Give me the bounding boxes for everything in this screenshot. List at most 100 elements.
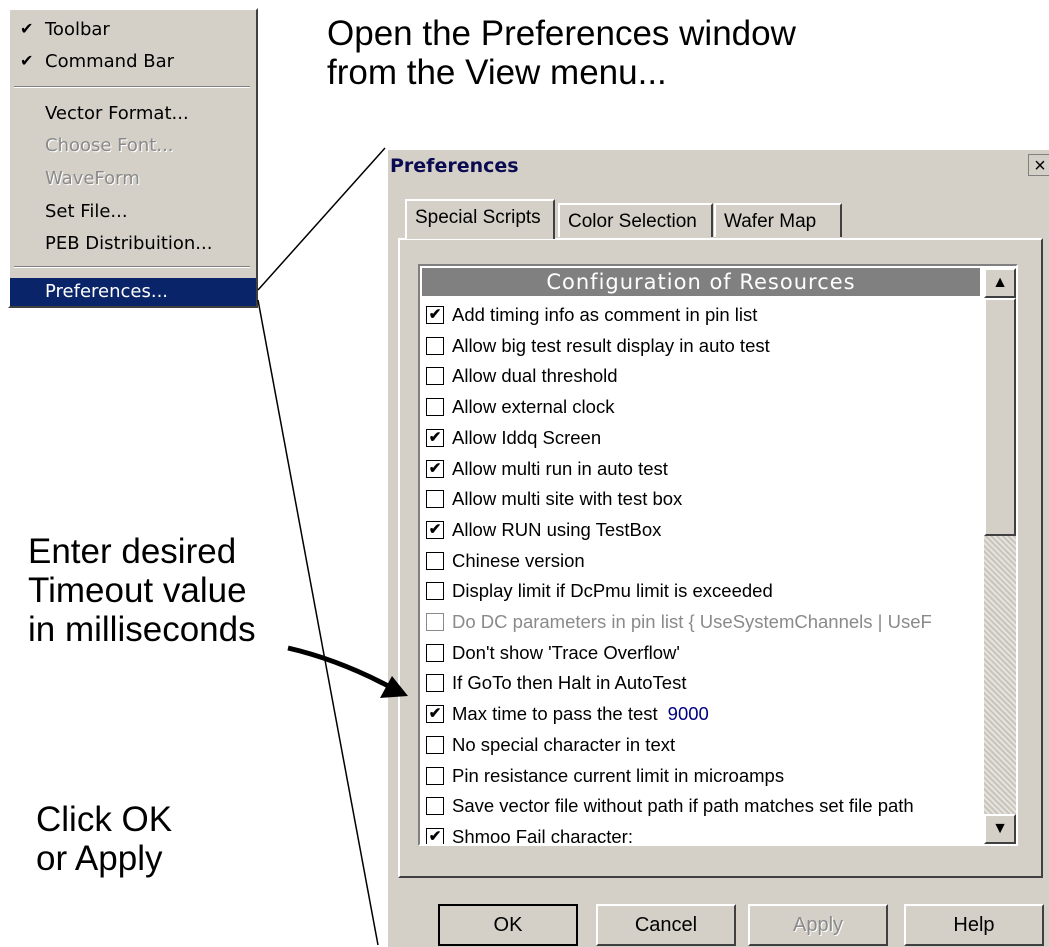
vertical-scrollbar[interactable]: ▲ ▼ — [984, 268, 1016, 844]
menu-item-peb-distribution[interactable]: PEB Distribuition... — [10, 230, 256, 258]
menu-item-label: Toolbar — [45, 19, 110, 40]
checkbox[interactable] — [426, 398, 444, 417]
list-item[interactable]: ✔ Max time to pass the test 9000 — [424, 699, 980, 729]
list-item-label: Chinese version — [452, 550, 585, 572]
checkbox[interactable]: ✔ — [426, 459, 444, 478]
annotation-line: Timeout value — [28, 571, 247, 611]
checkbox[interactable]: ✔ — [426, 705, 444, 724]
menu-item-label: WaveForm — [45, 168, 140, 189]
list-item[interactable]: ✔ Allow RUN using TestBox — [424, 515, 980, 545]
timeout-value-field[interactable]: 9000 — [668, 703, 709, 724]
menu-item-command-bar[interactable]: ✔ Command Bar — [10, 48, 256, 76]
menu-separator — [14, 266, 250, 268]
list-item-text: Add timing info as comment in pin list — [452, 304, 758, 325]
checkbox[interactable] — [426, 735, 444, 754]
list-item[interactable]: Allow big test result display in auto te… — [424, 331, 980, 361]
list-item-text: Allow multi run in auto test — [452, 457, 668, 479]
list-item[interactable]: ✔ Shmoo Fail character: — [424, 822, 980, 846]
apply-button: Apply — [748, 904, 888, 946]
timeout-arrow-shaft — [287, 645, 394, 691]
list-item-text: Allow dual threshold — [452, 365, 618, 387]
list-item-text: Max time to pass the test — [452, 703, 658, 725]
list-item[interactable]: If GoTo then Halt in AutoTest — [424, 668, 980, 698]
checkbox[interactable] — [426, 674, 444, 693]
callout-line-top — [257, 147, 386, 291]
list-item-label: Don't show 'Trace Overflow' — [452, 642, 680, 664]
list-item-text: Do DC parameters in pin list { UseSystem… — [452, 611, 932, 632]
list-item[interactable]: Pin resistance current limit in microamp… — [424, 761, 980, 791]
tab-label: Color Selection — [568, 211, 697, 232]
checkbox[interactable] — [426, 766, 444, 785]
checkmark-icon: ✔ — [20, 19, 34, 38]
scroll-thumb[interactable] — [984, 298, 1016, 536]
list-item-label: Shmoo Fail character: — [452, 825, 633, 846]
menu-item-toolbar[interactable]: ✔ Toolbar — [10, 16, 256, 44]
tab-wafer-map[interactable]: Wafer Map — [714, 203, 842, 237]
tab-label: Wafer Map — [724, 211, 817, 232]
annotation-line: Click OK — [36, 800, 173, 839]
annotation-line: from the View menu... — [327, 53, 667, 93]
checkmark-icon: ✔ — [20, 51, 34, 70]
preferences-window: Preferences × Special Scripts Color Sele… — [386, 148, 1049, 947]
tab-special-scripts[interactable]: Special Scripts — [405, 199, 555, 239]
scroll-up-button[interactable]: ▲ — [984, 268, 1016, 298]
list-item[interactable]: Allow external clock — [424, 392, 980, 422]
ok-button[interactable]: OK — [438, 904, 578, 946]
list-item-label: Add timing info as comment in pin list — [452, 304, 757, 326]
list-item[interactable]: Allow multi site with test box — [424, 484, 980, 514]
menu-item-waveform: WaveForm — [10, 165, 256, 193]
checkbox — [426, 613, 444, 631]
list-item[interactable]: ✔ Allow multi run in auto test — [424, 454, 980, 484]
checkbox[interactable]: ✔ — [426, 306, 444, 324]
list-item[interactable]: Display limit if DcPmu limit is exceeded — [424, 576, 980, 606]
annotation-line: Open the Preferences window — [327, 14, 796, 53]
title-bar: Preferences × — [388, 150, 1049, 180]
help-button[interactable]: Help — [904, 904, 1044, 946]
list-item-label: Allow big test result display in auto te… — [452, 335, 770, 357]
checkbox[interactable]: ✔ — [426, 827, 444, 845]
checkbox[interactable] — [426, 490, 444, 509]
menu-item-set-file[interactable]: Set File... — [10, 198, 256, 226]
list-item-text: No special character in text — [452, 733, 676, 755]
close-icon: × — [1034, 155, 1046, 177]
up-arrow-icon: ▲ — [992, 274, 1008, 291]
list-item-text: Allow big test result display in auto te… — [452, 334, 770, 356]
list-item-text: Shmoo Fail character: — [452, 825, 633, 846]
list-item[interactable]: Allow dual threshold — [424, 361, 980, 391]
list-item[interactable]: Don't show 'Trace Overflow' — [424, 638, 980, 668]
view-menu: ✔ Toolbar ✔ Command Bar Vector Format...… — [8, 8, 258, 308]
menu-item-label: Vector Format... — [45, 103, 189, 124]
resources-list[interactable]: Configuration of Resources ✔ Add timing i… — [418, 264, 1018, 846]
checkbox[interactable]: ✔ — [426, 520, 444, 539]
window-title: Preferences — [390, 155, 519, 177]
checkbox[interactable] — [426, 551, 444, 570]
list-item[interactable]: No special character in text — [424, 730, 980, 760]
menu-item-label: PEB Distribuition... — [45, 233, 213, 254]
list-item-label: Allow dual threshold — [452, 365, 618, 387]
list-item[interactable]: ✔ Allow Iddq Screen — [424, 423, 980, 453]
tab-color-selection[interactable]: Color Selection — [558, 203, 713, 237]
menu-separator — [14, 86, 250, 88]
list-item-label: Allow multi site with test box — [452, 488, 682, 510]
cancel-button[interactable]: Cancel — [596, 904, 736, 946]
menu-item-vector-format[interactable]: Vector Format... — [10, 100, 256, 128]
annotation-line: Enter desired — [28, 532, 237, 571]
list-item-text: Allow Iddq Screen — [452, 426, 602, 448]
menu-item-preferences[interactable]: Preferences... — [10, 278, 256, 306]
checkbox[interactable] — [426, 336, 444, 355]
checkbox[interactable]: ✔ — [426, 428, 444, 447]
list-item[interactable]: ✔ Add timing info as comment in pin list — [424, 300, 980, 330]
list-item-label: If GoTo then Halt in AutoTest — [452, 672, 686, 694]
checkbox[interactable] — [426, 797, 444, 816]
annotation-timeout: Enter desired Timeout value in milliseco… — [28, 532, 328, 650]
checkmark-icon: ✔ — [428, 827, 442, 845]
list-item[interactable]: Chinese version — [424, 546, 980, 576]
checkbox[interactable] — [426, 643, 444, 662]
close-button[interactable]: × — [1028, 154, 1049, 177]
checkbox[interactable] — [426, 367, 444, 386]
list-item[interactable]: Save vector file without path if path ma… — [424, 791, 980, 821]
scroll-down-button[interactable]: ▼ — [984, 814, 1016, 844]
list-item-label: Allow multi run in auto test — [452, 458, 668, 480]
annotation-open-preferences: Open the Preferences window from the Vie… — [327, 14, 927, 92]
checkbox[interactable] — [426, 582, 444, 601]
